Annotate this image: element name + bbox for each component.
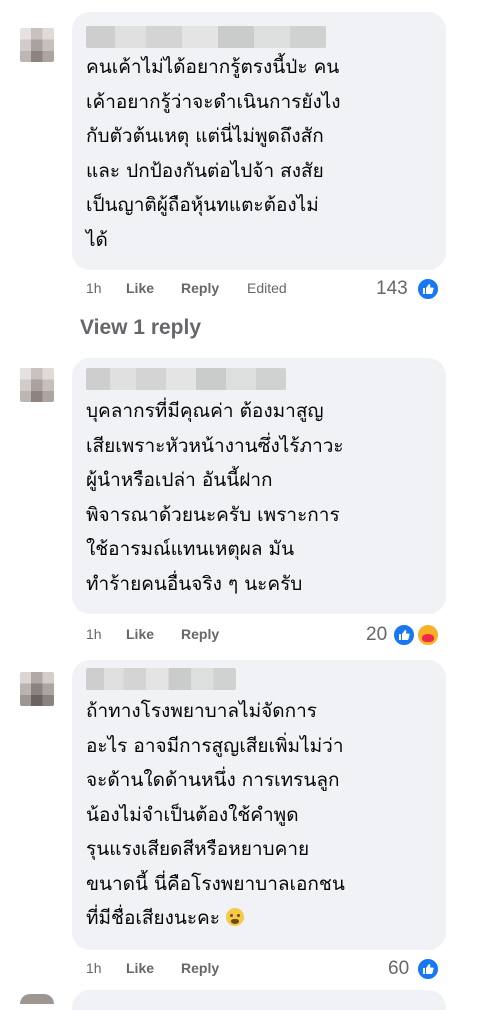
edited-label: Edited — [247, 280, 287, 296]
comment-actions: 1h Like Reply Edited — [86, 280, 346, 300]
commenter-avatar[interactable] — [20, 994, 54, 1004]
view-replies-link[interactable]: View 1 reply — [80, 316, 201, 340]
commenter-avatar[interactable] — [20, 368, 54, 402]
commenter-name-redacted[interactable] — [86, 668, 236, 690]
like-button[interactable]: Like — [126, 280, 154, 296]
reply-button[interactable]: Reply — [181, 626, 219, 642]
reply-button[interactable]: Reply — [181, 280, 219, 296]
like-button[interactable]: Like — [126, 960, 154, 976]
comment-text: คนเค้าไม่ได้อยากรู้ตรงนี้ป่ะ คน เค้าอยาก… — [86, 56, 341, 251]
reaction-count[interactable]: 60 — [388, 958, 409, 980]
comment-time[interactable]: 1h — [86, 280, 102, 296]
like-icon — [392, 623, 416, 647]
comment-time[interactable]: 1h — [86, 626, 102, 642]
like-button[interactable]: Like — [126, 626, 154, 642]
comment-text: บุคลากรที่มีคุณค่า ต้องมาสูญ เสียเพราะหั… — [86, 400, 344, 595]
crying-emoji-icon — [226, 908, 245, 926]
reply-button[interactable]: Reply — [181, 960, 219, 976]
reaction-count[interactable]: 20 — [366, 624, 387, 646]
commenter-name-redacted[interactable] — [86, 26, 326, 48]
comment-bubble: บุคลากรที่มีคุณค่า ต้องมาสูญ เสียเพราะหั… — [72, 358, 446, 614]
comment-bubble: ถ้าทางโรงพยาบาลไม่จัดการ อะไร อาจมีการสู… — [72, 660, 446, 950]
comment-bubble: คนเค้าไม่ได้อยากรู้ตรงนี้ป่ะ คน เค้าอยาก… — [72, 12, 446, 270]
comment-text: ถ้าทางโรงพยาบาลไม่จัดการ อะไร อาจมีการสู… — [86, 694, 432, 936]
comment-actions: 1h Like Reply — [86, 960, 286, 980]
commenter-avatar[interactable] — [20, 28, 54, 62]
comment-time[interactable]: 1h — [86, 960, 102, 976]
commenter-name-redacted[interactable] — [86, 368, 286, 390]
comment-bubble — [72, 990, 446, 1010]
commenter-avatar[interactable] — [20, 672, 54, 706]
like-icon — [416, 277, 440, 301]
care-icon — [416, 623, 440, 647]
reaction-count[interactable]: 143 — [376, 278, 408, 300]
like-icon — [416, 957, 440, 981]
comment-actions: 1h Like Reply — [86, 626, 286, 646]
comment-text-content: ถ้าทางโรงพยาบาลไม่จัดการ อะไร อาจมีการสู… — [86, 700, 345, 929]
